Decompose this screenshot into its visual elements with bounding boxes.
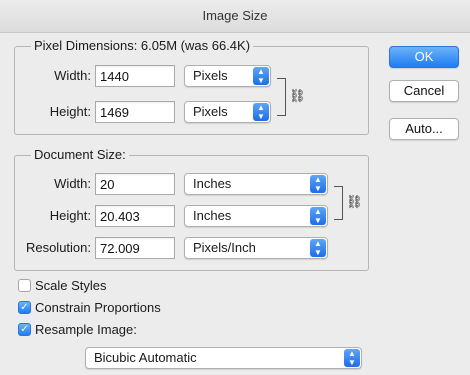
updown-chevron-icon: ▲ ▼ — [310, 207, 326, 225]
checkmark-icon: ✓ — [20, 302, 29, 313]
document-link-bracket — [334, 186, 343, 220]
document-size-title: Document Size: — [31, 147, 129, 163]
resample-method-value: Bicubic Automatic — [94, 350, 197, 365]
checkmark-icon: ✓ — [20, 324, 29, 335]
scale-styles-checkbox[interactable] — [18, 279, 31, 292]
updown-chevron-icon: ▲ ▼ — [310, 175, 326, 193]
constrain-proportions-label: Constrain Proportions — [35, 300, 161, 315]
document-height-unit-select[interactable]: Inches ▲ ▼ — [184, 205, 328, 227]
resolution-unit-select[interactable]: Pixels/Inch ▲ ▼ — [184, 237, 328, 259]
pixel-height-label: Height: — [49, 104, 91, 119]
pixel-width-label: Width: — [54, 68, 91, 83]
document-height-input[interactable] — [95, 205, 175, 227]
pixel-height-unit-value: Pixels — [193, 104, 228, 119]
resample-image-checkbox[interactable]: ✓ — [18, 323, 31, 336]
auto-button[interactable]: Auto... — [389, 118, 459, 140]
pixel-height-input[interactable] — [95, 101, 175, 123]
resample-method-select[interactable]: Bicubic Automatic ▲ ▼ — [85, 347, 362, 369]
updown-chevron-icon: ▲ ▼ — [253, 103, 269, 121]
pixel-height-unit-select[interactable]: Pixels ▲ ▼ — [184, 101, 271, 123]
chain-link-icon[interactable]: ⛓ — [346, 195, 363, 208]
pixel-link-bracket — [277, 78, 286, 116]
updown-chevron-icon: ▲ ▼ — [310, 239, 326, 257]
resample-image-label: Resample Image: — [35, 322, 137, 337]
pixel-width-input[interactable] — [95, 65, 175, 87]
document-width-input[interactable] — [95, 173, 175, 195]
updown-chevron-icon: ▲ ▼ — [253, 67, 269, 85]
resolution-unit-value: Pixels/Inch — [193, 240, 256, 255]
document-width-unit-select[interactable]: Inches ▲ ▼ — [184, 173, 328, 195]
updown-chevron-icon: ▲ ▼ — [344, 349, 360, 367]
pixel-dimensions-title: Pixel Dimensions: 6.05M (was 66.4K) — [31, 38, 254, 54]
resolution-label: Resolution: — [25, 240, 91, 255]
pixel-width-unit-value: Pixels — [193, 68, 228, 83]
scale-styles-label: Scale Styles — [35, 278, 107, 293]
document-height-unit-value: Inches — [193, 208, 232, 223]
pixel-width-unit-select[interactable]: Pixels ▲ ▼ — [184, 65, 271, 87]
chain-link-icon[interactable]: ⛓ — [289, 89, 306, 102]
document-width-label: Width: — [54, 176, 91, 191]
cancel-button[interactable]: Cancel — [389, 80, 459, 102]
window-title: Image Size — [0, 0, 470, 33]
resolution-input[interactable] — [95, 237, 175, 259]
ok-button[interactable]: OK — [389, 46, 459, 68]
constrain-proportions-checkbox[interactable]: ✓ — [18, 301, 31, 314]
document-height-label: Height: — [49, 208, 91, 223]
document-width-unit-value: Inches — [193, 176, 232, 191]
